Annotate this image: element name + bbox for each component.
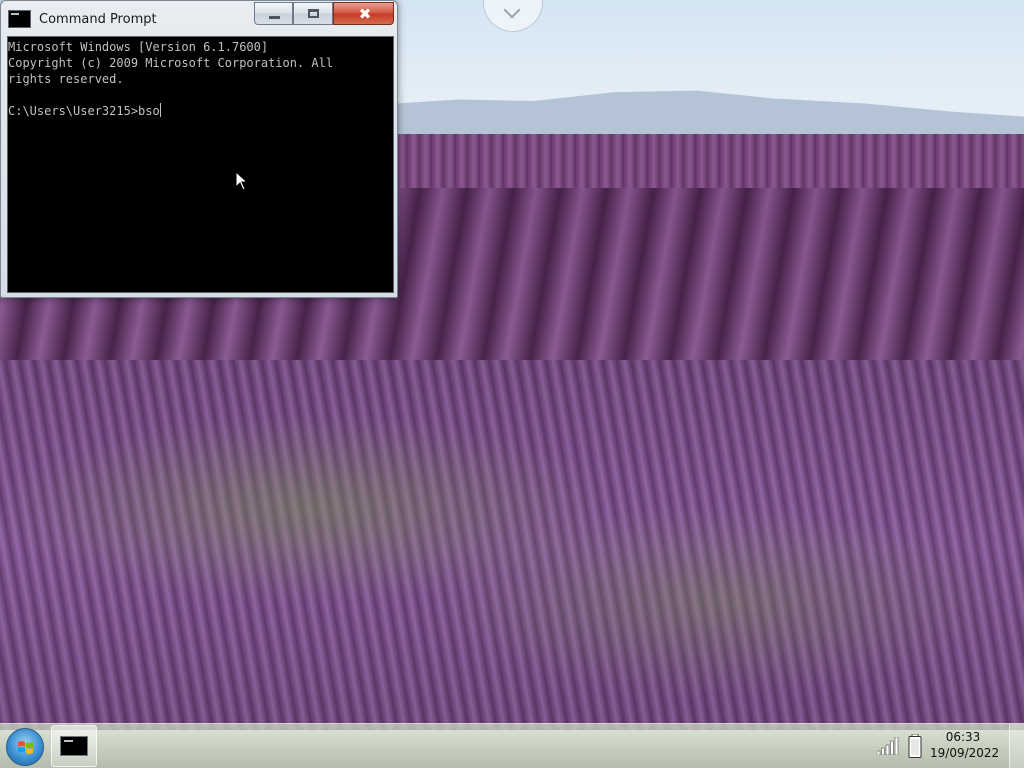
- taskbar: 06:33 19/09/2022: [0, 723, 1024, 768]
- chevron-down-icon: [503, 1, 521, 19]
- command-prompt-window[interactable]: Command Prompt ✖ Microsoft Windows [Vers…: [0, 0, 398, 298]
- text-caret: [159, 103, 161, 117]
- start-button[interactable]: [6, 728, 44, 766]
- close-button[interactable]: ✖: [333, 2, 394, 25]
- clock-time[interactable]: 06:33: [930, 730, 996, 744]
- console-line: Microsoft Windows [Version 6.1.7600]: [8, 40, 269, 54]
- console-prompt-line[interactable]: C:\Users\User3215>bso: [8, 103, 393, 119]
- window-titlebar[interactable]: Command Prompt ✖: [1, 1, 397, 35]
- command-prompt-icon[interactable]: [8, 10, 31, 28]
- desktop[interactable]: Command Prompt ✖ Microsoft Windows [Vers…: [0, 0, 1024, 768]
- taskbar-command-prompt-button[interactable]: [51, 725, 97, 767]
- windows-logo-icon: [18, 741, 33, 754]
- minimize-icon: [269, 16, 280, 19]
- console-output[interactable]: Microsoft Windows [Version 6.1.7600] Cop…: [7, 36, 394, 293]
- signal-strength-icon[interactable]: [877, 737, 899, 755]
- wallpaper-lavender-foreground: [0, 360, 1024, 730]
- maximize-button[interactable]: [293, 2, 333, 25]
- mouse-pointer-icon: [235, 171, 249, 191]
- show-desktop-button[interactable]: [1009, 724, 1024, 768]
- clock-date[interactable]: 19/09/2022: [930, 746, 999, 760]
- console-line: rights reserved.: [8, 72, 124, 86]
- console-line: Copyright (c) 2009 Microsoft Corporation…: [8, 56, 334, 70]
- command-prompt-icon: [60, 736, 88, 756]
- window-title: Command Prompt: [39, 12, 157, 27]
- console-prompt-text: C:\Users\User3215>bso: [8, 104, 160, 118]
- battery-icon[interactable]: [908, 734, 922, 758]
- minimize-button[interactable]: [254, 2, 293, 25]
- maximize-icon: [308, 9, 319, 18]
- close-icon: ✖: [358, 5, 372, 23]
